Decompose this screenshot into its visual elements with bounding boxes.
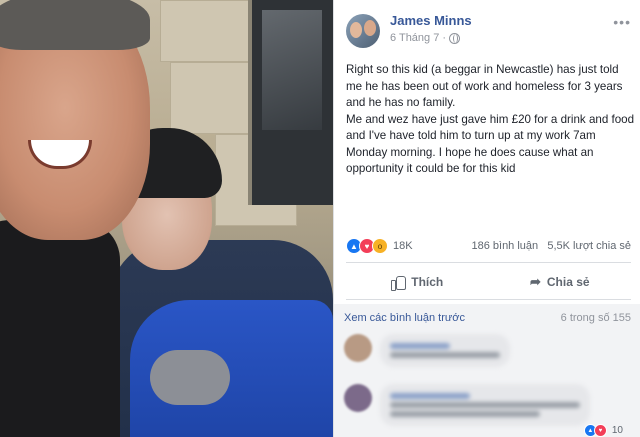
post-photo[interactable] [0, 0, 333, 437]
post-card: James Minns 6 Tháng 7 · ••• Right so thi… [333, 0, 640, 437]
comments-count-label: 6 trong số 155 [560, 312, 631, 324]
share-label: Chia sẻ [546, 275, 590, 289]
comment-bubble [380, 384, 590, 426]
commenter-avatar[interactable] [344, 384, 372, 412]
divider [346, 299, 631, 300]
reaction-summary[interactable]: ▲ ♥ o 18K [346, 238, 413, 254]
globe-icon[interactable] [449, 32, 461, 44]
view-previous-comments-link[interactable]: Xem các bình luận trước [344, 312, 465, 324]
hair [0, 0, 150, 50]
wall-block [160, 0, 252, 62]
post-meta: 6 Tháng 7 · [390, 32, 461, 44]
like-button[interactable]: Thích [346, 267, 489, 297]
author-avatar[interactable] [346, 14, 380, 48]
love-reaction-icon: ♥ [593, 424, 607, 437]
wow-reaction-icon: o [372, 238, 388, 254]
action-bar: Thích ➦ Chia sẻ [346, 267, 631, 297]
bag-lining [150, 350, 230, 405]
reaction-count: 18K [393, 240, 413, 252]
post-stats: 186 bình luận 5,5K lượt chia sẻ [471, 240, 631, 252]
share-icon: ➦ [529, 274, 541, 289]
author-name[interactable]: James Minns [390, 13, 472, 28]
share-count[interactable]: 5,5K lượt chia sẻ [547, 240, 631, 252]
more-options-icon[interactable]: ••• [613, 14, 631, 30]
post-body: Right so this kid (a beggar in Newcastle… [346, 62, 636, 178]
post-date[interactable]: 6 Tháng 7 [390, 32, 439, 44]
comment-reactions[interactable]: ▲ ♥ 10 [583, 424, 623, 437]
post-paragraph: Right so this kid (a beggar in Newcastle… [346, 63, 623, 109]
man-shirt [0, 220, 120, 437]
comment-bubble [380, 334, 510, 367]
comment-item [344, 384, 590, 426]
comments-section: Xem các bình luận trước 6 trong số 155 ▲… [334, 304, 640, 437]
like-label: Thích [411, 275, 444, 289]
wall-block [170, 62, 252, 134]
comment-item [344, 334, 510, 367]
post-paragraph: Me and wez have just gave him £20 for a … [346, 112, 635, 176]
commenter-avatar[interactable] [344, 334, 372, 362]
comment-reaction-count: 10 [611, 425, 623, 436]
comment-count[interactable]: 186 bình luận [471, 240, 538, 252]
like-icon [391, 275, 407, 291]
screenshot-frame: James Minns 6 Tháng 7 · ••• Right so thi… [0, 0, 640, 437]
share-button[interactable]: ➦ Chia sẻ [489, 267, 632, 297]
divider [346, 262, 631, 263]
shop-window [248, 0, 333, 205]
